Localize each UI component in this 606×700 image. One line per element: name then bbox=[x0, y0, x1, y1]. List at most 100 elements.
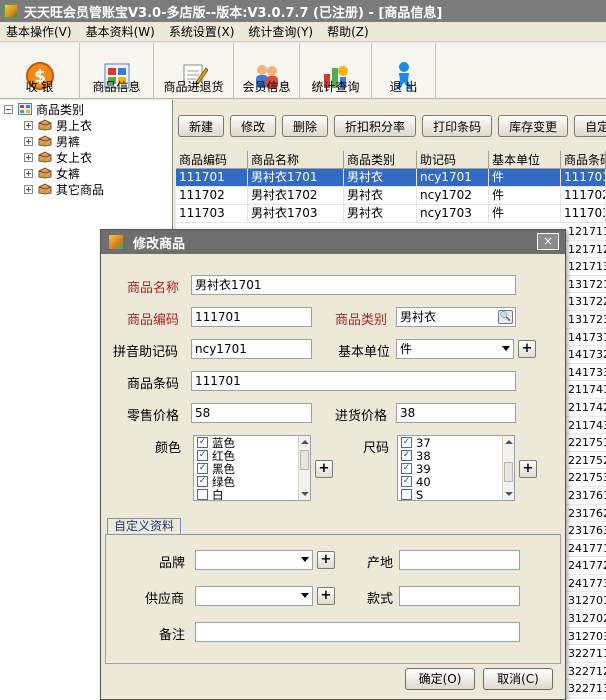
close-icon[interactable]: × bbox=[537, 233, 559, 250]
list-item[interactable]: 白 bbox=[194, 488, 310, 500]
barcode-column-visible: 121711 121712 121713 131721 131722 131723 1417… bbox=[566, 223, 606, 699]
barcode-cell: 121712 bbox=[566, 241, 606, 259]
menu-statistics[interactable]: 统计查询(Y) bbox=[248, 23, 313, 40]
tree-item-men-tops[interactable]: + 男上衣 bbox=[0, 117, 172, 133]
product-name-field[interactable]: 男衬衣1701 bbox=[191, 275, 516, 295]
stock-in-out-button[interactable]: 商品进退货 bbox=[154, 43, 234, 99]
exit-button[interactable]: 退 出 bbox=[372, 43, 436, 99]
product-code-field[interactable]: 111701 bbox=[191, 307, 312, 327]
table-row[interactable]: 111701 男衬衣1701 男衬衣 ncy1701 件 111701 bbox=[176, 169, 606, 187]
list-item[interactable]: ✓ 38 bbox=[398, 449, 514, 463]
statistics-button[interactable]: 统计查询 bbox=[300, 43, 372, 99]
list-item-label: 40 bbox=[416, 474, 431, 489]
menu-basic-data[interactable]: 基本资料(W) bbox=[86, 23, 155, 40]
unchecked-checkbox[interactable] bbox=[197, 489, 208, 500]
list-item[interactable]: S bbox=[398, 488, 514, 500]
expand-icon[interactable]: + bbox=[24, 152, 33, 162]
checked-checkbox[interactable]: ✓ bbox=[401, 463, 412, 474]
checked-checkbox[interactable]: ✓ bbox=[401, 450, 412, 461]
tab-custom-data[interactable]: 自定义资料 bbox=[107, 518, 182, 534]
cancel-button[interactable]: 取消(C) bbox=[483, 668, 553, 690]
color-list-scrollbar[interactable] bbox=[298, 436, 310, 500]
column-header[interactable]: 助记码 bbox=[417, 151, 489, 168]
new-button[interactable]: 新建 bbox=[178, 115, 225, 137]
barcode-cell: 231763 bbox=[566, 522, 606, 540]
print-barcode-button[interactable]: 打印条码 bbox=[422, 115, 493, 137]
list-item[interactable]: ✓ 39 bbox=[398, 462, 514, 476]
checked-checkbox[interactable]: ✓ bbox=[197, 450, 208, 461]
ok-button[interactable]: 确定(O) bbox=[405, 668, 475, 690]
add-brand-button[interactable]: + bbox=[317, 551, 335, 569]
barcode-cell: 211743 bbox=[566, 417, 606, 435]
menu-basic-ops[interactable]: 基本操作(V) bbox=[6, 23, 72, 40]
barcode-cell: 312701 bbox=[566, 592, 606, 611]
product-code-label: 商品编码 bbox=[127, 313, 180, 328]
stock-change-button[interactable]: 库存变更 bbox=[498, 115, 569, 137]
retail-price-field[interactable]: 58 bbox=[191, 403, 312, 423]
tree-item-women-tops[interactable]: + 女上衣 bbox=[0, 149, 172, 165]
barcode-cell: 211742 bbox=[566, 399, 606, 417]
add-supplier-button[interactable]: + bbox=[317, 587, 335, 605]
pinyin-code-field[interactable]: ncy1701 bbox=[191, 339, 312, 359]
collapse-icon[interactable]: − bbox=[4, 104, 13, 114]
category-box-icon bbox=[38, 167, 52, 179]
menu-system-settings[interactable]: 系统设置(X) bbox=[169, 23, 235, 40]
checked-checkbox[interactable]: ✓ bbox=[197, 437, 208, 448]
column-header[interactable]: 商品类别 bbox=[344, 151, 417, 168]
tree-item-other[interactable]: + 其它商品 bbox=[0, 181, 172, 197]
color-list[interactable]: ✓ 蓝色 ✓ 红色 ✓ 黑色 ✓ 绿色白 bbox=[193, 435, 311, 501]
style-field[interactable] bbox=[399, 586, 520, 606]
cashier-button[interactable]: $ 收 银 bbox=[0, 43, 80, 99]
add-unit-button[interactable]: + bbox=[518, 340, 536, 358]
list-item[interactable]: ✓ 37 bbox=[398, 436, 514, 450]
expand-icon[interactable]: + bbox=[24, 136, 33, 146]
table-row[interactable]: 111703 男衬衣1703 男衬衣 ncy1703 件 111703 bbox=[176, 205, 606, 223]
expand-icon[interactable]: + bbox=[24, 120, 33, 130]
menu-help[interactable]: 帮助(Z) bbox=[327, 23, 369, 40]
checked-checkbox[interactable]: ✓ bbox=[401, 476, 412, 487]
expand-icon[interactable]: + bbox=[24, 184, 33, 194]
tree-item-men-pants[interactable]: + 男裤 bbox=[0, 133, 172, 149]
checked-checkbox[interactable]: ✓ bbox=[401, 437, 412, 448]
search-icon[interactable]: 🔍 bbox=[498, 310, 513, 324]
column-header[interactable]: 基本单位 bbox=[489, 151, 561, 168]
delete-button[interactable]: 删除 bbox=[282, 115, 329, 137]
edit-button[interactable]: 修改 bbox=[230, 115, 277, 137]
base-unit-select[interactable]: 件 bbox=[396, 339, 514, 359]
size-list-scrollbar[interactable] bbox=[502, 436, 514, 500]
tree-root[interactable]: − 商品类别 bbox=[0, 101, 172, 117]
barcode-cell: 221752 bbox=[566, 452, 606, 470]
barcode-cell: 121711 bbox=[566, 223, 606, 241]
column-header[interactable]: 商品条码 bbox=[561, 151, 606, 168]
custom-button[interactable]: 自定 bbox=[574, 115, 606, 137]
product-category-field[interactable]: 男衬衣 🔍 bbox=[396, 307, 516, 327]
member-info-button[interactable]: 会员信息 bbox=[234, 43, 300, 99]
barcode-field[interactable]: 111701 bbox=[191, 371, 516, 391]
remark-field[interactable] bbox=[195, 622, 520, 642]
barcode-cell: 131723 bbox=[566, 311, 606, 329]
size-label: 尺码 bbox=[363, 441, 390, 456]
brand-select[interactable] bbox=[195, 550, 313, 570]
column-header[interactable]: 商品编码 bbox=[176, 151, 248, 168]
product-info-button[interactable]: 商品信息 bbox=[80, 43, 154, 99]
supplier-select[interactable] bbox=[195, 586, 313, 606]
discount-points-button[interactable]: 折扣积分率 bbox=[334, 115, 417, 137]
cost-price-field[interactable]: 38 bbox=[396, 403, 516, 423]
barcode-cell: 322711 bbox=[566, 645, 606, 663]
category-box-icon bbox=[38, 183, 52, 195]
expand-icon[interactable]: + bbox=[24, 168, 33, 178]
checked-checkbox[interactable]: ✓ bbox=[197, 463, 208, 474]
barcode-cell: 121713 bbox=[566, 258, 606, 276]
tree-item-women-pants[interactable]: + 女裤 bbox=[0, 165, 172, 181]
column-header[interactable]: 商品名称 bbox=[248, 151, 344, 168]
add-color-button[interactable]: + bbox=[315, 460, 333, 478]
barcode-cell: 141733 bbox=[566, 364, 606, 382]
size-list[interactable]: ✓ 37 ✓ 38 ✓ 39 ✓ 40 S bbox=[397, 435, 515, 501]
add-size-button[interactable]: + bbox=[519, 460, 537, 478]
chevron-down-icon bbox=[301, 557, 309, 562]
unchecked-checkbox[interactable] bbox=[401, 489, 412, 500]
checked-checkbox[interactable]: ✓ bbox=[197, 476, 208, 487]
list-item[interactable]: ✓ 40 bbox=[398, 474, 514, 489]
origin-field[interactable] bbox=[399, 550, 520, 570]
table-row[interactable]: 111702 男衬衣1702 男衬衣 ncy1702 件 111702 bbox=[176, 187, 606, 205]
